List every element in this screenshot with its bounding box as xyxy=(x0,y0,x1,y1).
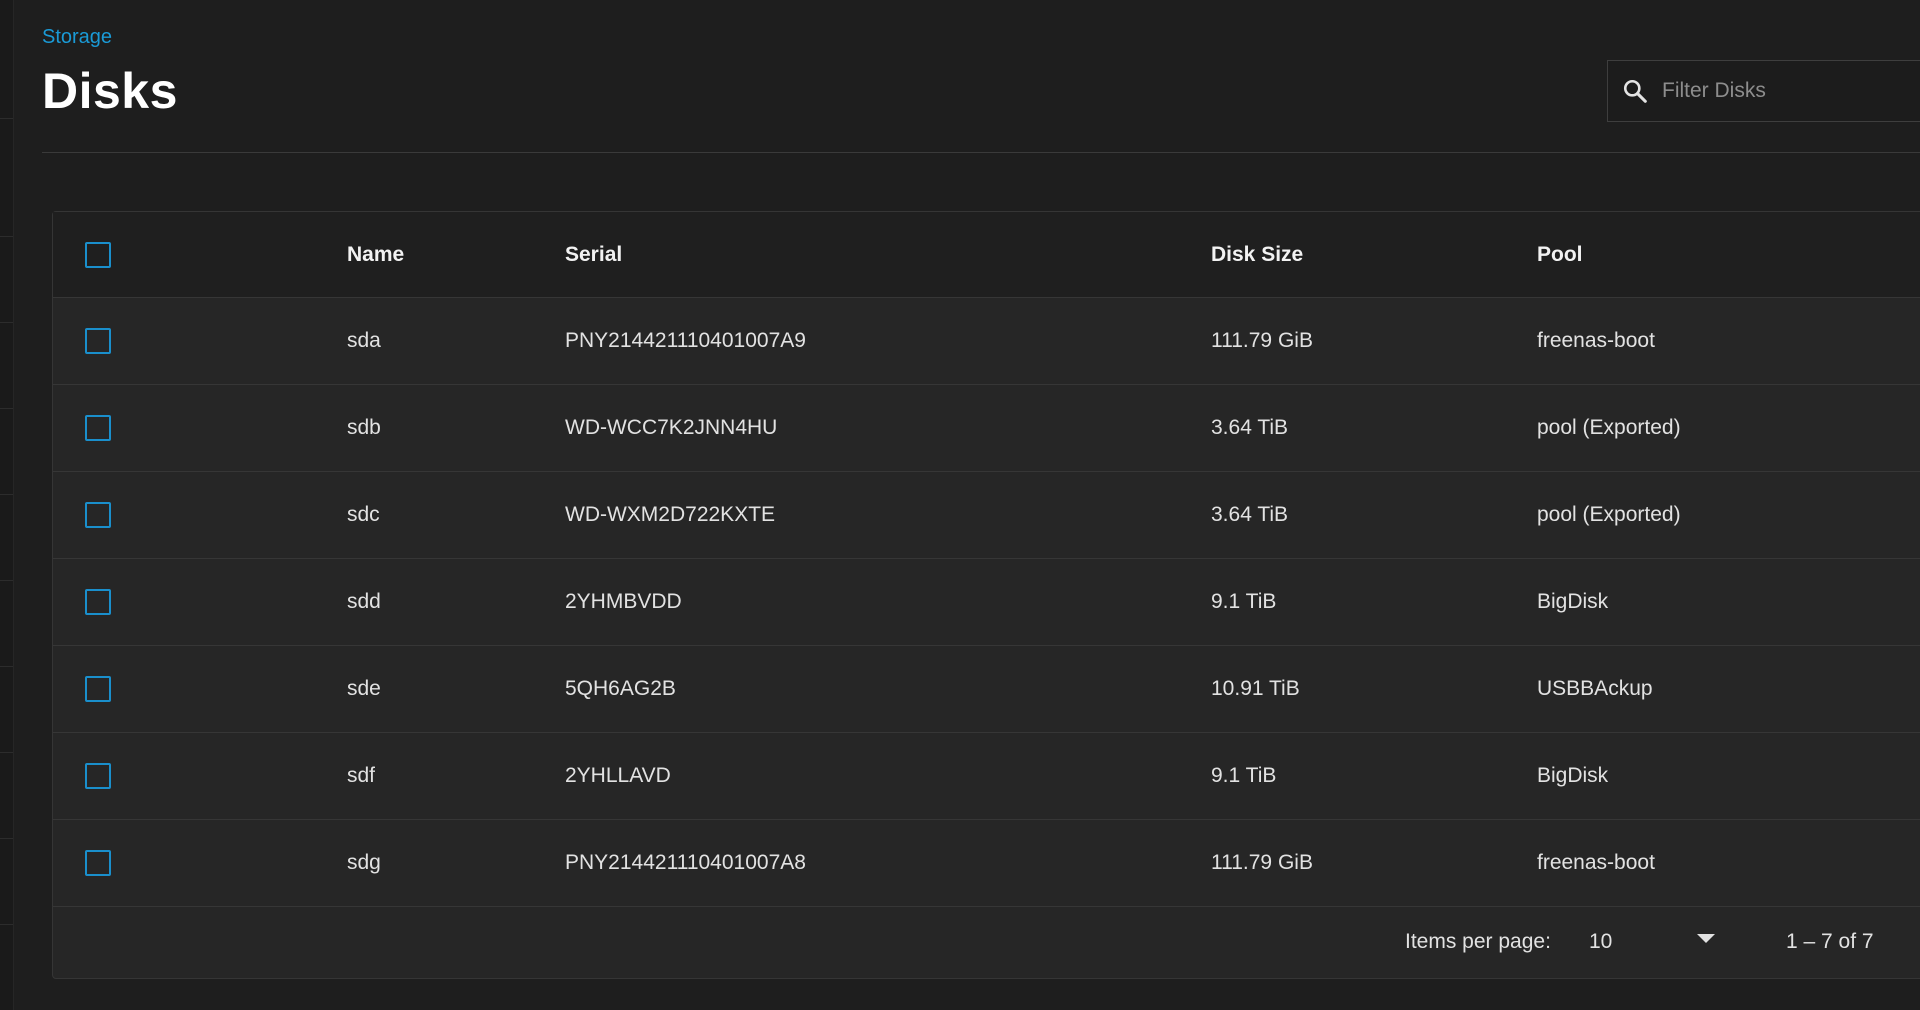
sidebar-divider xyxy=(0,838,13,839)
disk-serial: PNY214421110401007A8 xyxy=(565,851,806,874)
disk-serial: 5QH6AG2B xyxy=(565,677,676,700)
disk-pool: freenas-boot xyxy=(1537,329,1655,352)
disk-serial: WD-WXM2D722KXTE xyxy=(565,503,776,526)
disk-serial: 2YHLLAVD xyxy=(565,764,671,787)
row-select-cell xyxy=(85,820,111,906)
row-checkbox[interactable] xyxy=(85,589,111,615)
row-checkbox[interactable] xyxy=(85,763,111,789)
page-title: Disks xyxy=(42,63,178,119)
disk-serial: 2YHMBVDD xyxy=(565,590,682,613)
select-all-checkbox[interactable] xyxy=(85,241,111,268)
sidebar-divider xyxy=(0,666,13,667)
table-row[interactable]: sdd 2YHMBVDD 9.1 TiB BigDisk xyxy=(53,559,1920,646)
disk-serial: WD-WCC7K2JNN4HU xyxy=(565,416,778,439)
disk-pool: BigDisk xyxy=(1537,590,1609,613)
disk-size: 9.1 TiB xyxy=(1211,764,1277,787)
row-checkbox[interactable] xyxy=(85,676,111,702)
disk-pool: pool (Exported) xyxy=(1537,503,1681,526)
search-box[interactable] xyxy=(1607,60,1920,122)
sidebar-edge xyxy=(0,0,14,1010)
disk-size: 111.79 GiB xyxy=(1211,329,1313,352)
disk-pool: BigDisk xyxy=(1537,764,1609,787)
row-select-cell xyxy=(85,385,111,471)
row-select-cell xyxy=(85,559,111,645)
column-header-disk-size[interactable]: Disk Size xyxy=(1211,212,1303,297)
sidebar-divider xyxy=(0,580,13,581)
disk-serial: PNY214421110401007A9 xyxy=(565,329,806,352)
table-row[interactable]: sdf 2YHLLAVD 9.1 TiB BigDisk xyxy=(53,733,1920,820)
search-input[interactable] xyxy=(1660,78,1920,104)
disk-pool: USBBAckup xyxy=(1537,677,1653,700)
disk-pool: freenas-boot xyxy=(1537,851,1655,874)
column-header-serial[interactable]: Serial xyxy=(565,212,622,297)
disk-name: sdb xyxy=(347,416,381,439)
chevron-down-icon[interactable] xyxy=(1697,934,1715,943)
column-header-name[interactable]: Name xyxy=(347,212,404,297)
row-select-cell xyxy=(85,298,111,384)
row-select-cell xyxy=(85,472,111,558)
disks-table: Name Serial Disk Size Pool sda PNY214421… xyxy=(52,211,1920,979)
sidebar-divider xyxy=(0,322,13,323)
disk-size: 9.1 TiB xyxy=(1211,590,1277,613)
sidebar-divider xyxy=(0,494,13,495)
disk-name: sdd xyxy=(347,590,381,613)
disk-size: 3.64 TiB xyxy=(1211,416,1289,439)
table-row[interactable]: sdc WD-WXM2D722KXTE 3.64 TiB pool (Expor… xyxy=(53,472,1920,559)
table-row[interactable]: sdb WD-WCC7K2JNN4HU 3.64 TiB pool (Expor… xyxy=(53,385,1920,472)
disk-name: sdf xyxy=(347,764,376,787)
items-per-page-label: Items per page: xyxy=(1405,930,1551,953)
table-row[interactable]: sda PNY214421110401007A9 111.79 GiB free… xyxy=(53,298,1920,385)
row-checkbox[interactable] xyxy=(85,328,111,354)
row-select-cell xyxy=(85,733,111,819)
search-icon xyxy=(1620,76,1650,106)
breadcrumb-storage[interactable]: Storage xyxy=(42,26,112,49)
sidebar-divider xyxy=(0,752,13,753)
page-range-label: 1 – 7 of 7 xyxy=(1786,930,1874,953)
paginator: Items per page: 10 1 – 7 of 7 xyxy=(53,906,1920,978)
row-checkbox[interactable] xyxy=(85,850,111,876)
row-checkbox[interactable] xyxy=(85,502,111,528)
disk-size: 111.79 GiB xyxy=(1211,851,1313,874)
header-divider xyxy=(42,152,1920,153)
sidebar-divider xyxy=(0,236,13,237)
row-checkbox[interactable] xyxy=(85,415,111,441)
disk-name: sde xyxy=(347,677,381,700)
select-all-cell xyxy=(85,212,111,297)
table-header-row: Name Serial Disk Size Pool xyxy=(53,212,1920,298)
sidebar-divider xyxy=(0,924,13,925)
disk-name: sdg xyxy=(347,851,381,874)
column-header-pool[interactable]: Pool xyxy=(1537,212,1583,297)
disk-name: sdc xyxy=(347,503,380,526)
sidebar-divider xyxy=(0,118,13,119)
disk-pool: pool (Exported) xyxy=(1537,416,1681,439)
disk-size: 3.64 TiB xyxy=(1211,503,1289,526)
page-size-value: 10 xyxy=(1589,930,1613,953)
disk-size: 10.91 TiB xyxy=(1211,677,1300,700)
row-select-cell xyxy=(85,646,111,732)
disk-name: sda xyxy=(347,329,381,352)
page-size-select[interactable]: 10 xyxy=(1585,918,1715,966)
sidebar-divider xyxy=(0,408,13,409)
table-row[interactable]: sdg PNY214421110401007A8 111.79 GiB free… xyxy=(53,820,1920,907)
table-row[interactable]: sde 5QH6AG2B 10.91 TiB USBBAckup xyxy=(53,646,1920,733)
